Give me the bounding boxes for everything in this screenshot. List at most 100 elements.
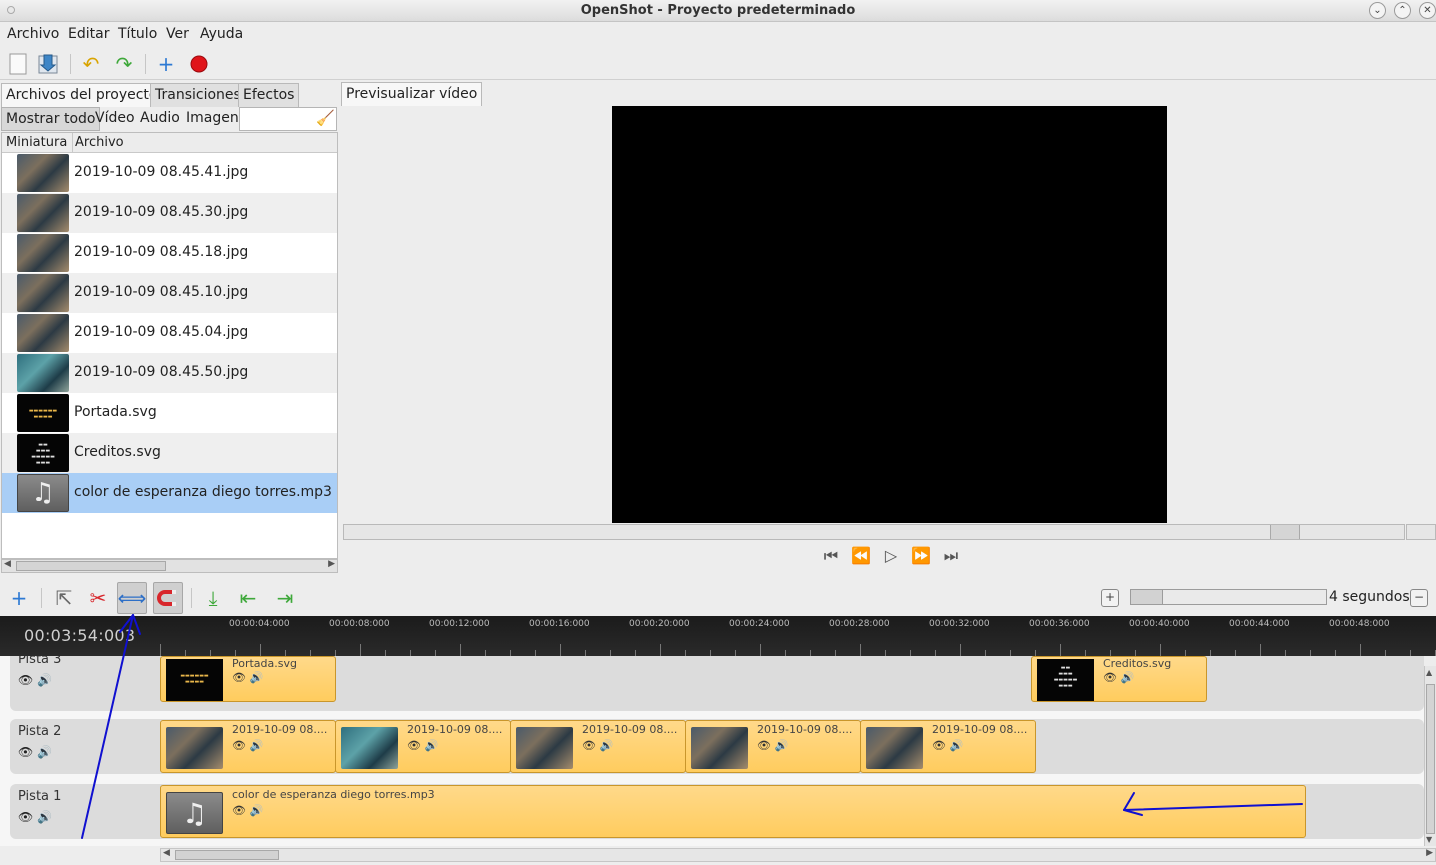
speaker-icon[interactable]: 🔊 [774,739,788,752]
menu-titulo[interactable]: Título [118,26,157,42]
file-list-horizontal-scrollbar[interactable]: ◀ ▶ [1,559,338,573]
track-1[interactable]: Pista 1 👁 🔊 ♫ color de esperanza diego t… [10,784,1424,839]
filter-show-all[interactable]: Mostrar todo [1,107,101,131]
menu-archivo[interactable]: Archivo [7,26,59,42]
speaker-icon[interactable]: 🔊 [249,671,263,684]
filter-audio[interactable]: Audio [136,107,184,131]
jump-start-button[interactable]: ⏮ [818,545,844,567]
export-video-button[interactable] [186,51,212,77]
seek-handle[interactable] [1270,525,1300,539]
filter-image[interactable]: Imagen [182,107,243,131]
eye-icon[interactable]: 👁 [18,673,33,687]
clip-image[interactable]: 2019-10-09 08.... 👁 🔊 [335,720,511,773]
snapping-arrows-button[interactable]: ⟺ [117,582,147,614]
file-row[interactable]: ▬▬▬▬▬▬ ▬▬▬▬ Portada.svg [2,393,337,433]
eye-icon[interactable]: 👁 [18,745,33,759]
track-name: Pista 1 [18,789,62,804]
fast-forward-button[interactable]: ⏩ [908,545,934,567]
clip-image[interactable]: 2019-10-09 08.... 👁 🔊 [510,720,686,773]
speaker-icon[interactable]: 🔊 [37,673,52,687]
speaker-icon[interactable]: 🔊 [949,739,963,752]
file-row[interactable]: 2019-10-09 08.45.10.jpg [2,273,337,313]
speaker-icon[interactable]: 🔊 [249,804,263,817]
file-list-header: Miniatura Archivo [2,133,337,153]
tab-transitions[interactable]: Transiciones [150,83,246,107]
track-2[interactable]: Pista 2 👁 🔊 2019-10-09 08.... 👁 🔊 2019-1… [10,719,1424,774]
clip-controls: 👁 🔊 [232,804,263,817]
eye-icon[interactable]: 👁 [232,739,246,752]
eye-icon[interactable]: 👁 [232,671,246,684]
zoom-slider[interactable] [1130,589,1327,605]
clip-portada[interactable]: ▬▬▬▬▬▬ ▬▬▬▬ Portada.svg 👁 🔊 [160,656,336,702]
filter-video[interactable]: Vídeo [91,107,139,131]
play-button[interactable]: ▷ [878,545,904,567]
file-row[interactable]: 2019-10-09 08.45.41.jpg [2,153,337,193]
close-button[interactable]: ✕ [1419,2,1436,19]
clip-image[interactable]: 2019-10-09 08.... 👁 🔊 [860,720,1036,773]
import-files-button[interactable]: + [153,51,179,77]
ruler-label: 00:00:36:000 [1029,619,1090,629]
window-title: OpenShot - Proyecto predeterminado [580,3,856,18]
speaker-icon[interactable]: 🔊 [37,745,52,759]
menu-ver[interactable]: Ver [166,26,189,42]
rewind-button[interactable]: ⏪ [848,545,874,567]
timeline-horizontal-scrollbar[interactable]: ◀ ▶ [160,848,1436,862]
zoom-out-button[interactable]: − [1410,589,1428,607]
menu-editar[interactable]: Editar [68,26,109,42]
menu-ayuda[interactable]: Ayuda [200,26,243,42]
save-project-button[interactable] [36,51,62,77]
eye-icon[interactable]: 👁 [407,739,421,752]
razor-tool-button[interactable]: ✂ [83,582,113,614]
file-row[interactable]: 2019-10-09 08.45.04.jpg [2,313,337,353]
previous-marker-icon: ⇤ [239,586,257,610]
redo-button[interactable]: ↷ [111,51,137,77]
clip-image[interactable]: 2019-10-09 08.... 👁 🔊 [685,720,861,773]
jump-end-button[interactable]: ⏭ [938,545,964,567]
undo-button[interactable]: ↶ [78,51,104,77]
eye-icon[interactable]: 👁 [932,739,946,752]
file-row[interactable]: 2019-10-09 08.45.50.jpg [2,353,337,393]
eye-icon[interactable]: 👁 [1103,671,1117,684]
speaker-icon[interactable]: 🔊 [424,739,438,752]
timeline-vertical-scrollbar[interactable]: ▲ ▼ [1424,666,1436,846]
speaker-icon[interactable]: 🔊 [249,739,263,752]
file-row[interactable]: 2019-10-09 08.45.18.jpg [2,233,337,273]
tab-effects[interactable]: Efectos [238,83,300,107]
speaker-icon[interactable]: 🔊 [599,739,613,752]
timeline-ruler[interactable]: 00:03:54:003 00:00:04:000 00:00:08:000 0… [0,616,1436,656]
clip-title: 2019-10-09 08.... [407,723,503,736]
next-marker-button[interactable]: ⇥ [270,582,300,614]
ruler-label: 00:00:20:000 [629,619,690,629]
tab-preview-video[interactable]: Previsualizar vídeo [341,82,483,106]
select-tool-button[interactable]: ⇱ [49,582,79,614]
eye-icon[interactable]: 👁 [232,804,246,817]
clip-creditos[interactable]: ▬▬ ▬▬▬ ▬▬▬▬▬ ▬▬▬ Creditos.svg 👁 🔊 [1031,656,1207,702]
zoom-in-button[interactable]: + [1101,589,1119,607]
clip-image[interactable]: 2019-10-09 08.... 👁 🔊 [160,720,336,773]
previous-marker-button[interactable]: ⇤ [233,582,263,614]
column-thumbnail[interactable]: Miniatura [6,135,67,150]
track-3[interactable]: Pista 3 👁 🔊 ▬▬▬▬▬▬ ▬▬▬▬ Portada.svg 👁 🔊 ▬… [10,656,1424,711]
record-icon [190,55,208,73]
minimize-button[interactable]: ⌄ [1369,2,1386,19]
column-file[interactable]: Archivo [75,135,124,150]
eye-icon[interactable]: 👁 [18,810,33,824]
clip-audio[interactable]: ♫ color de esperanza diego torres.mp3 👁 … [160,785,1306,838]
clear-filter-icon[interactable]: 🧹 [316,109,335,127]
file-row[interactable]: 2019-10-09 08.45.30.jpg [2,193,337,233]
file-row[interactable]: ▬▬ ▬▬▬ ▬▬▬▬▬ ▬▬▬ Creditos.svg [2,433,337,473]
speaker-icon[interactable]: 🔊 [37,810,52,824]
maximize-button[interactable]: ⌃ [1394,2,1411,19]
speaker-icon[interactable]: 🔊 [1120,671,1134,684]
preview-seek-slider[interactable] [343,524,1405,540]
file-name: 2019-10-09 08.45.30.jpg [74,204,249,220]
tab-project-files[interactable]: Archivos del proyecto [1,83,163,107]
add-marker-button[interactable]: ⤓ [198,582,228,614]
eye-icon[interactable]: 👁 [582,739,596,752]
eye-icon[interactable]: 👁 [757,739,771,752]
add-track-button[interactable]: + [4,582,34,614]
new-project-button[interactable] [5,51,31,77]
file-row-selected[interactable]: ♫ color de esperanza diego torres.mp3 [2,473,337,513]
zoom-handle[interactable] [1131,590,1163,604]
magnet-button[interactable] [153,582,183,614]
